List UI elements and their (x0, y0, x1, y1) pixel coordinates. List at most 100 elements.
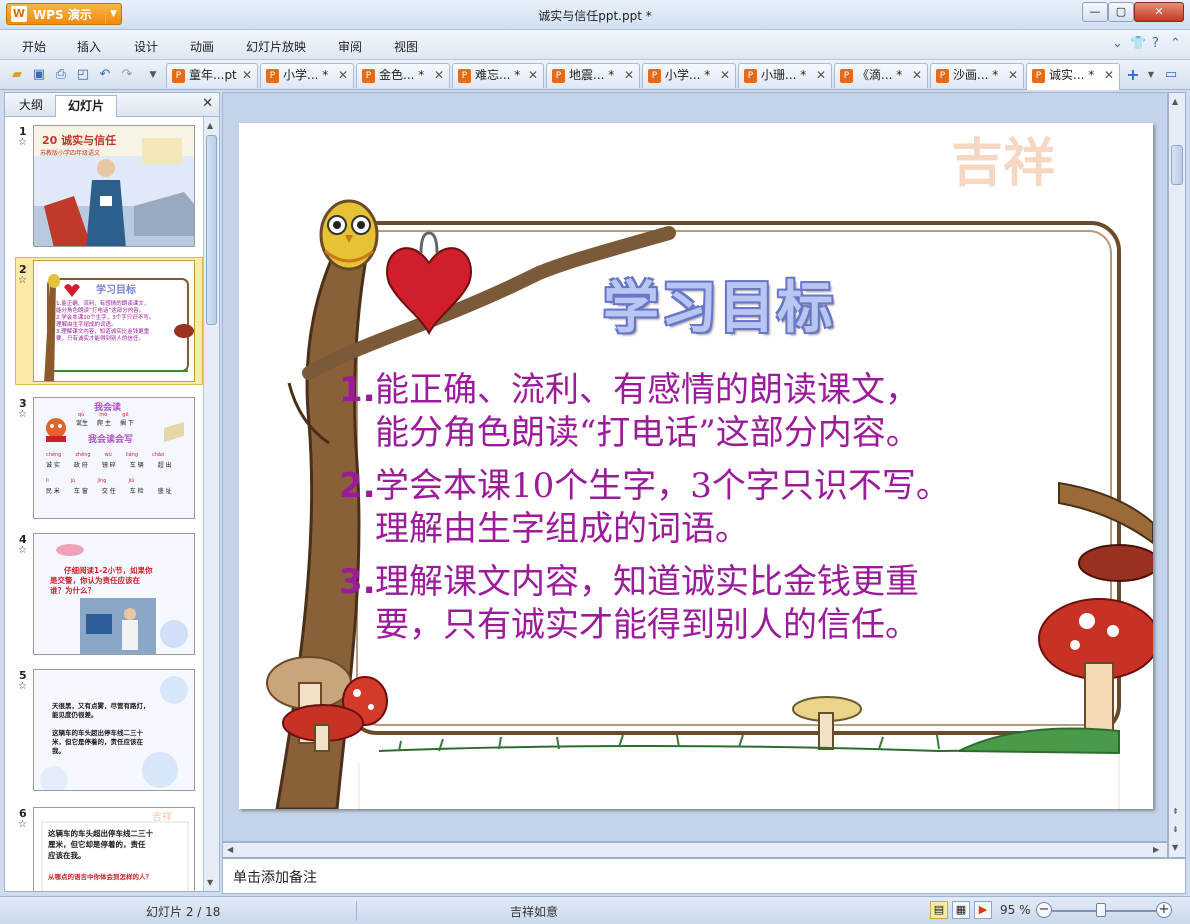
quick-access-dropdown-icon[interactable]: ▼ (144, 66, 162, 84)
current-slide[interactable]: 吉祥 学习目标 1. 能正确、流利、有感情的朗读课文， 能分角色朗读“打电话”这… (239, 123, 1153, 809)
tab-list-dropdown-icon[interactable]: ▼ (1142, 66, 1160, 84)
close-tab-icon[interactable]: ✕ (624, 64, 634, 87)
document-tab[interactable]: P 地震... * ✕ (546, 63, 640, 88)
scrollbar-thumb[interactable] (1171, 145, 1183, 185)
scroll-down-double-icon[interactable]: ⇟ (1172, 825, 1179, 834)
menu-animation[interactable]: 动画 (190, 38, 214, 55)
thumb3-row2: 诚 实 政 府 镜 碎 车 辆 超 出 (46, 462, 172, 469)
objective-2[interactable]: 2. 学会本课10个生字，3个字只识不写。 理解由生字组成的词语。 (339, 465, 950, 551)
thumb2-title: 学习目标 (96, 285, 136, 296)
thumb2-text: 1.能正确、流利、有感情的朗读课文， 能分角色朗读“打电话”这部分内容。 2.学… (56, 301, 155, 342)
animation-star-icon: ☆ (18, 137, 27, 148)
zoom-slider-knob[interactable] (1096, 903, 1106, 917)
close-tab-icon[interactable]: ✕ (338, 64, 348, 87)
document-tab[interactable]: P 小学... * ✕ (260, 63, 354, 88)
document-tab[interactable]: P 小学... * ✕ (642, 63, 736, 88)
slide-thumbnail-6[interactable]: 吉祥 这辆车的车头超出停车线二三十 厘米，但它却是停着的，责任 应该在我。 从哪… (33, 807, 195, 891)
document-tab-active[interactable]: P 诚实... * ✕ (1026, 63, 1120, 90)
objective-3[interactable]: 3. 理解课文内容，知道诚实比金钱更重 要，只有诚实才能得到别人的信任。 (339, 561, 919, 647)
document-tab[interactable]: P 《滴... * ✕ (834, 63, 928, 88)
svg-text:吉祥: 吉祥 (152, 810, 172, 823)
menu-review[interactable]: 审阅 (338, 38, 362, 55)
help-icon[interactable]: ? (1152, 36, 1159, 51)
close-tab-icon[interactable]: ✕ (434, 64, 444, 87)
chevron-down-icon[interactable]: ⌄ (1112, 36, 1123, 51)
objective-1[interactable]: 1. 能正确、流利、有感情的朗读课文， 能分角色朗读“打电话”这部分内容。 (339, 369, 920, 455)
menu-insert[interactable]: 插入 (77, 38, 101, 55)
thumb3-subtitle: 我会读会写 (88, 435, 134, 445)
window-title: 诚实与信任ppt.ppt * (538, 9, 652, 23)
ppt-file-icon: P (362, 69, 375, 83)
close-tab-icon[interactable]: ✕ (816, 64, 826, 87)
scroll-left-icon[interactable]: ◀ (227, 845, 233, 854)
svg-text:吉祥: 吉祥 (951, 133, 1055, 194)
document-tab[interactable]: P 沙画... * ✕ (930, 63, 1024, 88)
slide-thumbnail-2[interactable]: 学习目标 1.能正确、流利、有感情的朗读课文， 能分角色朗读“打电话”这部分内容… (33, 260, 195, 382)
zoom-out-icon[interactable]: − (1036, 902, 1052, 918)
objective-number: 3. (339, 562, 376, 602)
print-icon[interactable]: ⎙ (52, 66, 70, 84)
scroll-up-icon[interactable]: ▲ (207, 121, 213, 130)
window-layout-icon[interactable]: ▭ (1162, 66, 1180, 84)
scrollbar-thumb[interactable] (206, 135, 217, 325)
notes-pane[interactable]: 单击添加备注 (222, 858, 1186, 894)
open-folder-icon[interactable]: ▰ (8, 66, 26, 84)
thumb3-row1: 诞生 爬 主 搁 下 (76, 420, 134, 427)
document-tab[interactable]: P 难忘... * ✕ (452, 63, 544, 88)
ppt-file-icon: P (172, 69, 185, 83)
slide-sorter-icon[interactable]: ▦ (952, 901, 970, 919)
menu-view[interactable]: 视图 (394, 38, 418, 55)
print-preview-icon[interactable]: ◰ (74, 66, 92, 84)
ppt-file-icon: P (744, 69, 757, 83)
animation-star-icon: ☆ (18, 409, 27, 420)
tab-outline[interactable]: 大纲 (9, 95, 53, 117)
redo-icon[interactable]: ↷ (118, 66, 136, 84)
title-bar: W WPS 演示 ▼ 诚实与信任ppt.ppt * — ▢ ✕ (0, 0, 1190, 30)
slide-thumbnail-5[interactable]: 天很黑，又有点雾，尽管有路灯， 能见度仍很差。 这辆车的车头超出停车线二三十 米… (33, 669, 195, 791)
slide-thumbnail-4[interactable]: 仔细阅读1-2小节，如果你 是交警，你认为责任应该在 谁？为什么？ (33, 533, 195, 655)
editor-horizontal-scrollbar[interactable]: ◀ ▶ (222, 842, 1168, 858)
undo-icon[interactable]: ↶ (96, 66, 114, 84)
new-tab-icon[interactable]: + (1124, 66, 1142, 84)
close-tab-icon[interactable]: ✕ (528, 64, 538, 87)
zoom-in-icon[interactable]: + (1156, 902, 1172, 918)
thumb5-text: 天很黑，又有点雾，尽管有路灯， 能见度仍很差。 这辆车的车头超出停车线二三十 米… (52, 702, 150, 755)
minimize-button[interactable]: — (1082, 2, 1108, 22)
normal-view-icon[interactable]: ▤ (930, 901, 948, 919)
slide-title[interactable]: 学习目标 (603, 263, 835, 344)
document-tab[interactable]: P 金色... * ✕ (356, 63, 450, 88)
skin-icon[interactable]: 👕 (1130, 36, 1146, 51)
thumbnail-scrollbar[interactable]: ▲ ▼ (203, 117, 219, 891)
editor-vertical-scrollbar[interactable]: ▲ ⇞ ⇟ ▼ (1168, 92, 1186, 858)
scroll-right-icon[interactable]: ▶ (1153, 845, 1159, 854)
scroll-up-icon[interactable]: ▲ (1172, 97, 1178, 106)
menu-home[interactable]: 开始 (22, 38, 46, 55)
scroll-up-double-icon[interactable]: ⇞ (1172, 807, 1179, 816)
menu-bar: 开始 插入 设计 动画 幻灯片放映 审阅 视图 ⌄ 👕 ? ⌃ (0, 30, 1190, 60)
close-window-button[interactable]: ✕ (1134, 2, 1184, 22)
slide-thumbnail-3[interactable]: 我会读 qù mó gē 诞生 爬 主 搁 下 我会读会写 chéng zhēn… (33, 397, 195, 519)
document-tab[interactable]: P 童年...pt ✕ (166, 63, 258, 88)
thumb3-pinyin-row2: chéng zhēng wù liáng chāo (46, 452, 165, 458)
close-tab-icon[interactable]: ✕ (912, 64, 922, 87)
close-tab-icon[interactable]: ✕ (242, 64, 252, 87)
maximize-button[interactable]: ▢ (1108, 2, 1134, 22)
menu-slideshow[interactable]: 幻灯片放映 (246, 38, 306, 55)
close-icon[interactable]: ✕ (202, 96, 213, 111)
tab-slides[interactable]: 幻灯片 (55, 95, 117, 117)
ppt-file-icon: P (552, 69, 565, 83)
notes-placeholder: 单击添加备注 (233, 870, 317, 886)
document-tab[interactable]: P 小珊... * ✕ (738, 63, 832, 88)
close-tab-icon[interactable]: ✕ (1104, 64, 1114, 87)
scroll-down-icon[interactable]: ▼ (207, 878, 213, 887)
save-icon[interactable]: ▣ (30, 66, 48, 84)
ribbon-toggle-icon[interactable]: ⌃ (1170, 36, 1181, 51)
slide-thumbnail-1[interactable]: 20 诚实与信任 苏教版小学四年级语文 (33, 125, 195, 247)
menu-design[interactable]: 设计 (134, 38, 158, 55)
animation-star-icon: ☆ (18, 275, 27, 286)
thumb1-title: 20 诚实与信任 (42, 134, 117, 147)
close-tab-icon[interactable]: ✕ (1008, 64, 1018, 87)
scroll-down-icon[interactable]: ▼ (1172, 843, 1178, 852)
close-tab-icon[interactable]: ✕ (720, 64, 730, 87)
slideshow-icon[interactable]: ▶ (974, 901, 992, 919)
